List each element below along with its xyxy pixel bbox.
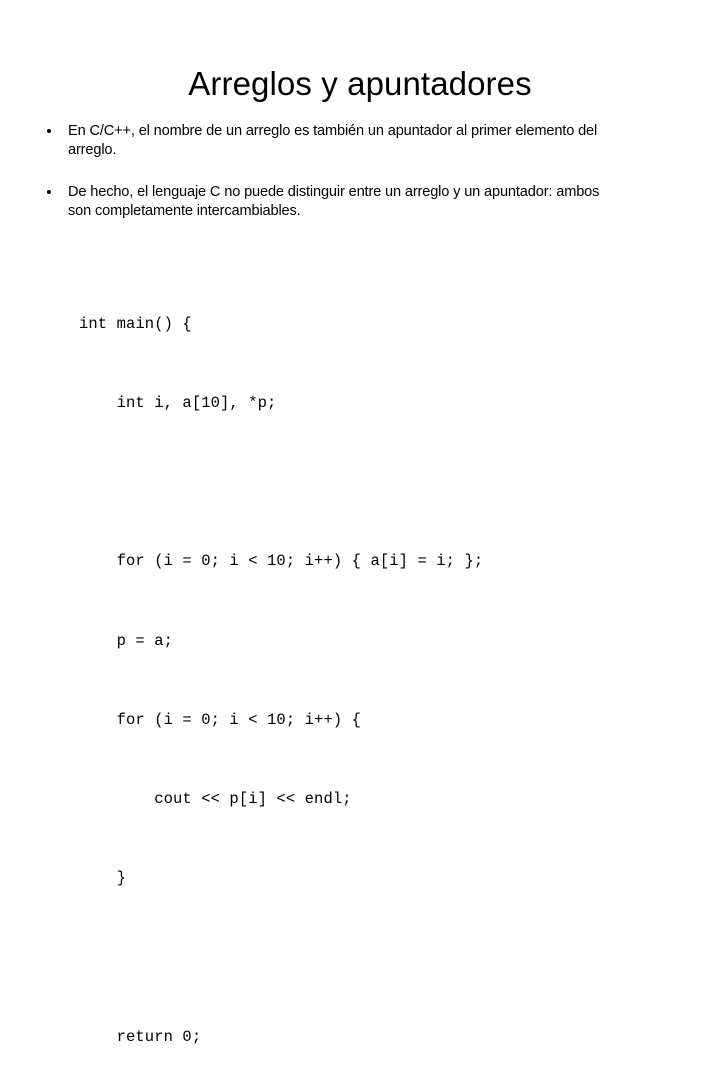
list-item: En C/C++, el nombre de un arreglo es tam… xyxy=(40,122,660,160)
bullet-list: En C/C++, el nombre de un arreglo es tam… xyxy=(40,122,660,244)
code-line: } xyxy=(79,869,127,888)
bullet-dot-icon xyxy=(47,190,51,194)
bullet-text: En C/C++, el nombre de un arreglo es tam… xyxy=(68,123,598,158)
code-line: int i, a[10], *p; xyxy=(79,394,277,413)
code-line: for (i = 0; i < 10; i++) { xyxy=(79,710,362,729)
slide-canvas: Arreglos y apuntadores En C/C++, el nomb… xyxy=(0,0,720,1046)
bullet-text: De hecho, el lenguaje C no puede disting… xyxy=(68,184,600,219)
code-block: int main() { int i, a[10], *p; for (i = … xyxy=(79,258,483,1080)
code-line: cout << p[i] << endl; xyxy=(79,790,352,809)
code-line: p = a; xyxy=(79,631,174,650)
code-line: for (i = 0; i < 10; i++) { a[i] = i; }; xyxy=(79,552,484,571)
list-item: De hecho, el lenguaje C no puede disting… xyxy=(40,183,660,221)
bullet-dot-icon xyxy=(47,129,51,133)
code-line: return 0; xyxy=(79,1027,202,1046)
code-line: int main() { xyxy=(79,314,192,333)
page-title: Arreglos y apuntadores xyxy=(188,65,532,103)
